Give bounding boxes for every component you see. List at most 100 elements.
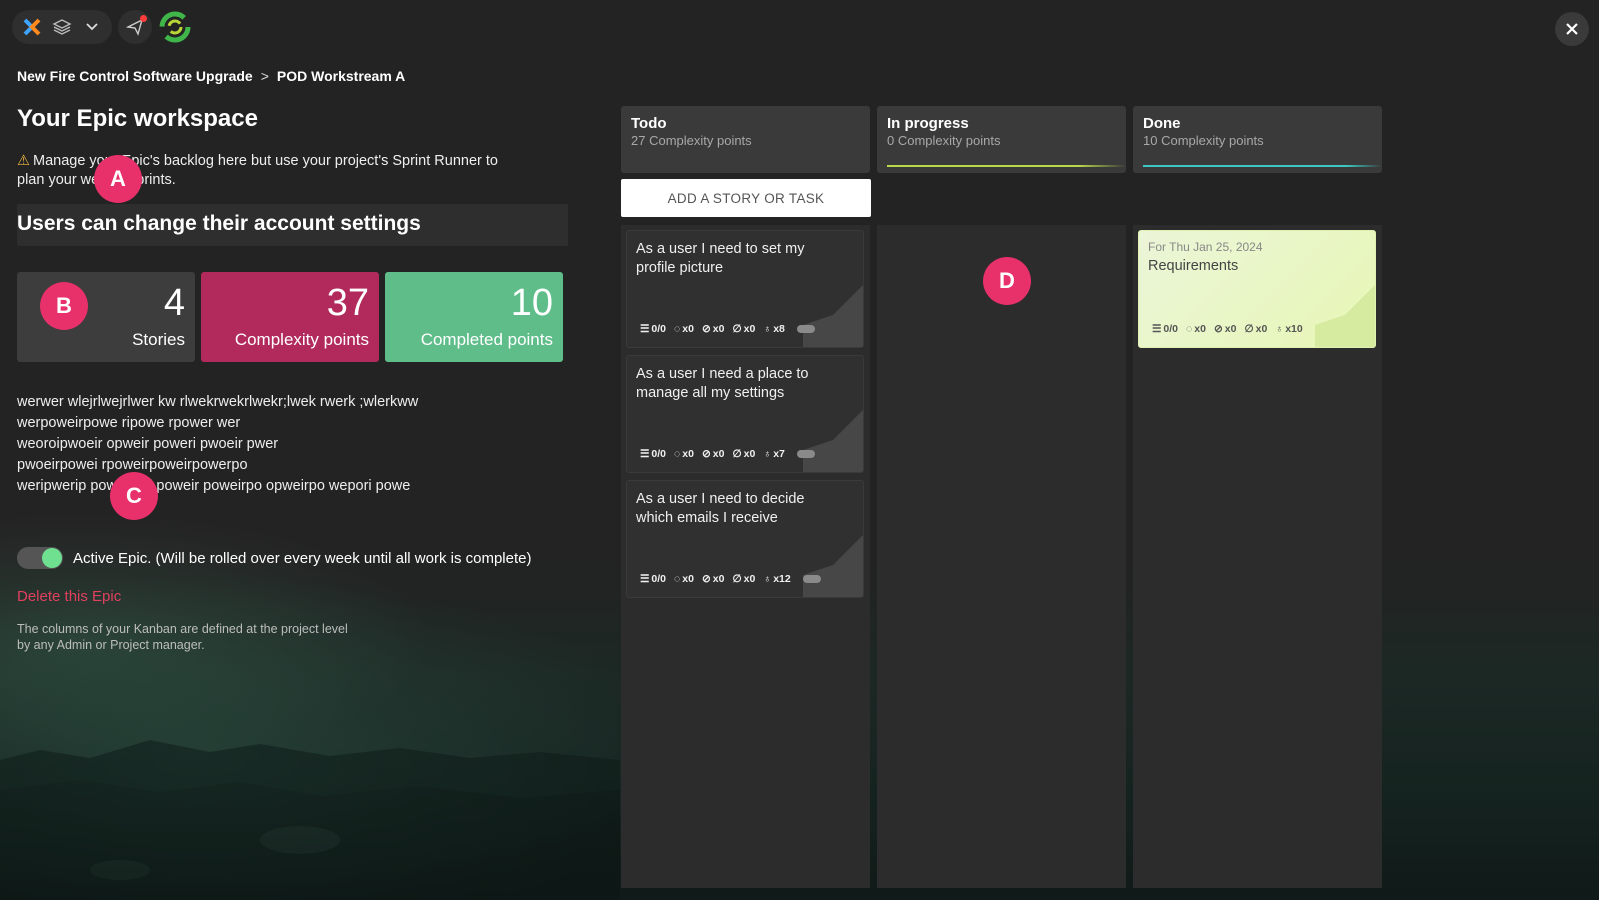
status-pill [802,575,821,583]
breadcrumb-separator: > [260,68,269,84]
comments-count: ◌ x0 [674,323,694,335]
epic-title: Users can change their account settings [17,212,421,235]
done-card[interactable]: For Thu Jan 25, 2024 Requirements ☰ 0/0 ◌… [1138,230,1376,348]
tasks-count: ☰ 0/0 [1152,323,1179,335]
complexity-count: 37 [326,282,369,324]
description-line: weoroipwoeir opweir poweri pwoeir pwer [17,436,279,452]
marker-c: C [110,472,158,520]
chevron-down-icon[interactable] [78,13,106,41]
toggle-knob [42,548,62,568]
description-line: weripwerip poweripoi poweir poweirpo opw… [17,478,411,494]
top-toolbar [12,10,192,44]
column-progress-bar [1143,165,1382,167]
card-corner-decoration [803,535,863,597]
description-line: werpoweirpowe ripowe rpower wer [17,415,241,431]
attachments-count: ∅ x0 [732,323,756,335]
checklist-icon: ☰ [640,323,650,335]
tasks-count: ☰ 0/0 [640,573,667,585]
description-line: pwoeirpowei rpoweirpoweirpowerpo [17,457,248,473]
story-meta: ☰ 0/0 ◌ x0 ⊘ x0 ∅ x0 ♁ x10 [1152,323,1303,335]
checklist-icon: ☰ [1152,323,1162,335]
paperclip-icon: ∅ [732,323,742,335]
active-epic-toggle[interactable] [17,547,63,569]
links-count: ⊘ x0 [1213,323,1237,335]
epic-title-field[interactable]: Users can change their account settings [17,204,568,246]
marker-b: B [40,282,88,330]
add-story-button[interactable]: ADD A STORY OR TASK [621,179,871,217]
comments-count: ◌ x0 [674,448,694,460]
active-epic-row: Active Epic. (Will be rolled over every … [17,547,532,569]
comments-count: ◌ x0 [674,573,694,585]
column-points: 10 Complexity points [1143,133,1264,148]
attachments-count: ∅ x0 [732,573,756,585]
medal-icon: ♁ [763,323,772,335]
completed-count: 10 [510,282,553,324]
status-pill [796,450,815,458]
marker-a: A [94,155,142,203]
tasks-count: ☰ 0/0 [640,448,667,460]
close-button[interactable] [1555,12,1589,46]
column-name: Todo [631,115,667,132]
medal-icon: ♁ [763,448,772,460]
spinner-logo-icon[interactable] [158,10,192,44]
breadcrumb: New Fire Control Software Upgrade > POD … [17,68,405,84]
delete-epic-link[interactable]: Delete this Epic [17,588,121,605]
epic-stats: 4 Stories 37 Complexity points 10 Comple… [17,272,563,362]
app-switcher[interactable] [12,10,112,44]
complexity-stat: 37 Complexity points [201,272,379,362]
card-date: For Thu Jan 25, 2024 [1148,240,1263,254]
epic-description[interactable]: werwer wlejrlwejrlwer kw rlwekrwekrlwekr… [17,392,577,497]
story-title: As a user I need a place to manage all m… [636,366,809,401]
send-icon[interactable] [121,13,149,41]
column-points: 0 Complexity points [887,133,1001,148]
links-count: ⊘ x0 [701,323,725,335]
points-count: ♁ x7 [763,448,785,460]
medal-icon: ♁ [763,573,772,585]
points-count: ♁ x8 [763,323,785,335]
comment-icon: ◌ [674,323,681,335]
paperclip-icon: ∅ [1244,323,1254,335]
comments-count: ◌ x0 [1186,323,1206,335]
link-icon: ⊘ [1213,323,1223,335]
footnote-line: The columns of your Kanban are defined a… [17,622,348,636]
background-landscape [0,740,620,900]
stories-count: 4 [163,282,185,324]
completed-stat: 10 Completed points [385,272,563,362]
backlog-warning: ⚠Manage your Epic's backlog here but use… [17,152,517,190]
app-logo-icon[interactable] [18,13,46,41]
notifications-button[interactable] [118,10,152,44]
card-corner-decoration [1315,285,1375,347]
column-name: In progress [887,115,969,132]
story-meta: ☰ 0/0 ◌ x0 ⊘ x0 ∅ x0 ♁ x8 [640,323,815,335]
column-header-todo: Todo 27 Complexity points [621,106,870,173]
layers-icon[interactable] [48,13,76,41]
story-card[interactable]: As a user I need a place to manage all m… [626,355,864,473]
description-line: werwer wlejrlwejrlwer kw rlwekrwekrlwekr… [17,394,419,410]
column-progress-bar [887,165,1126,167]
warning-icon: ⚠ [17,153,30,169]
link-icon: ⊘ [701,573,711,585]
story-card[interactable]: As a user I need to decide which emails … [626,480,864,598]
tasks-count: ☰ 0/0 [640,323,667,335]
notification-dot [140,15,147,22]
card-corner-decoration [803,285,863,347]
column-header-done: Done 10 Complexity points [1133,106,1382,173]
card-corner-decoration [803,410,863,472]
close-icon [1566,23,1578,35]
story-card[interactable]: As a user I need to set my profile pictu… [626,230,864,348]
marker-d: D [983,257,1031,305]
column-name: Done [1143,115,1181,132]
completed-label: Completed points [420,330,553,349]
column-points: 27 Complexity points [631,133,752,148]
paperclip-icon: ∅ [732,573,742,585]
attachments-count: ∅ x0 [1244,323,1268,335]
breadcrumb-project[interactable]: New Fire Control Software Upgrade [17,68,253,84]
link-icon: ⊘ [701,323,711,335]
breadcrumb-workstream[interactable]: POD Workstream A [277,68,405,84]
story-title: Requirements [1148,258,1239,274]
active-epic-label: Active Epic. (Will be rolled over every … [73,549,532,567]
links-count: ⊘ x0 [701,573,725,585]
column-in-progress [877,225,1126,888]
paperclip-icon: ∅ [732,448,742,460]
comment-icon: ◌ [1186,323,1193,335]
